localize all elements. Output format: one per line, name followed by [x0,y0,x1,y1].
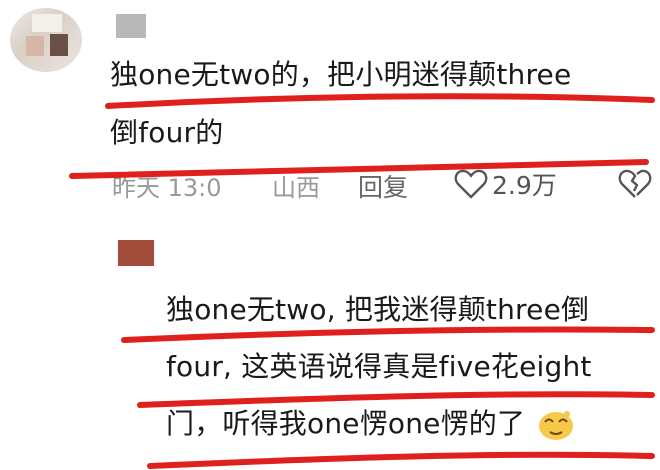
heart-outline-icon [454,169,488,199]
reply-text-line-2: four, 这英语说得真是five花eight [166,350,592,383]
reply-text-line-3-content: 门，听得我one愣one愣的了 [166,407,526,440]
comment-meta: 昨天 13:0 山西 [112,164,320,206]
commenter-name-redacted [116,14,146,38]
commenter-avatar[interactable] [10,8,82,72]
reply-text-line-3: 门，听得我one愣one愣的了 [166,396,576,452]
reply-text-line-1: 独one无two, 把我迷得颠three倒 [166,293,590,326]
reply-button[interactable]: 回复 [358,168,408,204]
like-count: 2.9万 [492,171,557,200]
dislike-button[interactable] [618,168,652,204]
comment-text-line-2: 倒four的 [110,116,224,149]
broken-heart-icon [618,169,652,198]
like-button[interactable]: 2.9万 [454,166,557,202]
comment-text-line-1: 独one无two的，把小明迷得颠three [110,58,572,91]
underline-5 [147,451,655,469]
dizzy-face-emoji-icon [539,411,574,440]
comment-timestamp: 昨天 13:0 [112,173,222,202]
replier-avatar[interactable] [118,240,154,266]
comment-location: 山西 [272,173,320,202]
